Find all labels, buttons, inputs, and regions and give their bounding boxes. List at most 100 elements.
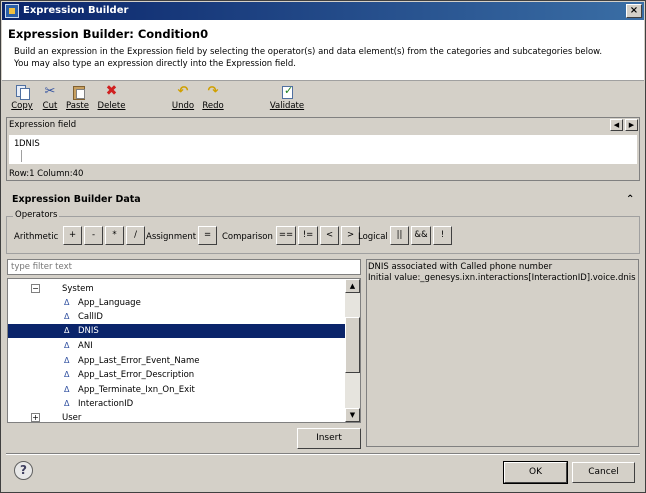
scrollbar-thumb[interactable]: [345, 317, 360, 373]
multiply-operator-button[interactable]: *: [105, 226, 124, 245]
title-bar[interactable]: Expression Builder ×: [2, 2, 644, 20]
variable-icon: Δ: [64, 341, 70, 350]
logical-label: Logical: [358, 232, 388, 242]
divide-operator-button[interactable]: /: [126, 226, 145, 245]
scroll-left-icon[interactable]: ◀: [610, 119, 623, 131]
operators-legend: Operators: [13, 210, 60, 220]
dialog-description-line1: Build an expression in the Expression fi…: [14, 47, 603, 57]
tree-item[interactable]: Δ App_Language: [8, 296, 346, 310]
and-operator-button[interactable]: &&: [411, 226, 431, 245]
dialog-title: Expression Builder: Condition0: [8, 27, 209, 41]
tree-item-label: App_Last_Error_Event_Name: [78, 356, 200, 366]
close-icon[interactable]: ×: [626, 4, 642, 18]
tree-item-label: CallID: [78, 312, 103, 322]
data-section-title: Expression Builder Data: [12, 194, 141, 205]
dialog-header: Expression Builder: Condition0 Build an …: [2, 20, 644, 81]
redo-label: Redo: [202, 101, 224, 111]
paste-label: Paste: [66, 101, 89, 111]
tree-node-user[interactable]: + User: [8, 411, 346, 423]
delete-x-icon: ✖: [105, 83, 118, 99]
tree-item-label: InteractionID: [78, 399, 134, 409]
tree-item-label: App_Terminate_Ixn_On_Exit: [78, 385, 195, 395]
tree-node-label: System: [62, 284, 94, 294]
cursor-position-status: Row:1 Column:40: [9, 169, 84, 179]
expression-text[interactable]: DNIS: [19, 139, 40, 149]
assignment-label: Assignment: [146, 232, 197, 242]
plus-operator-button[interactable]: +: [63, 226, 82, 245]
redo-button[interactable]: ↷ Redo: [201, 85, 225, 111]
variable-icon: Δ: [64, 399, 70, 408]
not-operator-button[interactable]: !: [433, 226, 452, 245]
window-title: Expression Builder: [23, 5, 129, 16]
tree-item-label: ANI: [78, 341, 93, 351]
cut-button[interactable]: ✂ Cut: [40, 85, 60, 111]
variable-icon: Δ: [64, 298, 70, 307]
clipboard-icon: [71, 85, 85, 100]
expression-builder-dialog: Expression Builder × Expression Builder:…: [0, 0, 646, 493]
copy-icon: [15, 85, 30, 100]
scroll-down-icon[interactable]: ▼: [345, 408, 360, 422]
tree-node-system[interactable]: − System: [8, 282, 346, 296]
copy-button[interactable]: Copy: [10, 85, 34, 111]
paste-button[interactable]: Paste: [64, 85, 91, 111]
description-line2: Initial value:_genesys.ixn.interactions[…: [368, 273, 636, 283]
delete-button[interactable]: ✖ Delete: [96, 83, 127, 111]
or-operator-button[interactable]: ||: [390, 226, 409, 245]
collapse-node-icon[interactable]: −: [31, 284, 40, 293]
minus-operator-button[interactable]: -: [84, 226, 103, 245]
not-equals-operator-button[interactable]: !=: [298, 226, 318, 245]
tree-item-label: DNIS: [78, 326, 99, 336]
expression-field-label: Expression field: [9, 120, 77, 130]
scissors-icon: ✂: [44, 84, 56, 99]
tree-item-label: App_Last_Error_Description: [78, 370, 195, 380]
cut-label: Cut: [42, 101, 58, 111]
tree-item[interactable]: Δ InteractionID: [8, 397, 346, 411]
validate-check-icon: [280, 84, 294, 99]
undo-button[interactable]: ↶ Undo: [171, 85, 195, 111]
expression-section: Expression field ◀ ▶ 1 DNIS Row:1 Column…: [6, 117, 640, 181]
expand-node-icon[interactable]: +: [31, 413, 40, 422]
tree-item[interactable]: Δ CallID: [8, 310, 346, 324]
equals-operator-button[interactable]: ==: [276, 226, 296, 245]
tree-node-label: User: [62, 413, 82, 423]
variable-icon: Δ: [64, 370, 70, 379]
undo-label: Undo: [171, 101, 195, 111]
operators-group: Operators Arithmetic + - * / Assignment …: [6, 210, 640, 254]
expression-editor[interactable]: 1 DNIS: [9, 135, 637, 164]
variable-icon: Δ: [64, 356, 70, 365]
tree-item[interactable]: Δ ANI: [8, 339, 346, 353]
less-than-operator-button[interactable]: <: [320, 226, 339, 245]
tree-item[interactable]: Δ App_Last_Error_Description: [8, 368, 346, 382]
redo-arrow-icon: ↷: [207, 84, 219, 99]
arithmetic-label: Arithmetic: [14, 232, 59, 242]
app-icon: [5, 4, 19, 18]
assign-operator-button[interactable]: =: [198, 226, 217, 245]
cancel-button[interactable]: Cancel: [572, 462, 635, 483]
line-gutter: [21, 150, 22, 162]
scroll-right-icon[interactable]: ▶: [625, 119, 638, 131]
variable-icon: Δ: [64, 312, 70, 321]
dialog-description-line2: You may also type an expression directly…: [14, 59, 296, 69]
toolbar: Copy ✂ Cut Paste ✖ Delete ↶ Undo ↷ Redo …: [1, 82, 645, 114]
ok-button[interactable]: OK: [503, 461, 568, 484]
variable-icon: Δ: [64, 385, 70, 394]
copy-label: Copy: [11, 101, 33, 111]
description-line1: DNIS associated with Called phone number: [368, 262, 553, 272]
help-icon[interactable]: ?: [14, 461, 33, 480]
comparison-label: Comparison: [222, 232, 273, 242]
validate-label: Validate: [269, 101, 305, 111]
insert-button[interactable]: Insert: [297, 428, 361, 449]
tree-scrollbar[interactable]: ▲ ▼: [345, 279, 360, 422]
filter-input[interactable]: [7, 259, 361, 275]
validate-button[interactable]: Validate: [269, 84, 305, 111]
tree-item-selected[interactable]: Δ DNIS: [8, 324, 346, 338]
undo-arrow-icon: ↶: [177, 84, 189, 99]
footer-separator: [6, 453, 640, 455]
data-tree: − System Δ App_Language Δ CallID Δ DNIS …: [7, 278, 361, 423]
variable-icon: Δ: [64, 326, 70, 335]
tree-item[interactable]: Δ App_Terminate_Ixn_On_Exit: [8, 383, 346, 397]
tree-item[interactable]: Δ App_Last_Error_Event_Name: [8, 354, 346, 368]
collapse-chevron-icon[interactable]: ⌃: [626, 194, 634, 205]
tree-item-label: App_Language: [78, 298, 141, 308]
scroll-up-icon[interactable]: ▲: [345, 279, 360, 293]
